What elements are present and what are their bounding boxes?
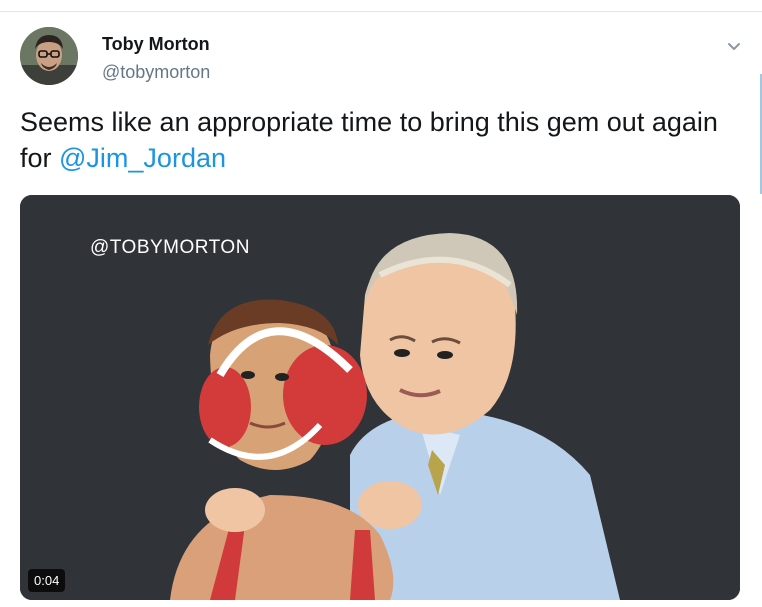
handle[interactable]: @tobymorton bbox=[102, 62, 210, 83]
tweet-text: Seems like an appropriate time to bring … bbox=[20, 104, 740, 176]
display-name[interactable]: Toby Morton bbox=[102, 34, 210, 55]
video-watermark: @TOBYMORTON bbox=[90, 237, 250, 258]
divider bbox=[0, 11, 762, 12]
video-duration-badge: 0:04 bbox=[28, 569, 66, 592]
mention-link[interactable]: @Jim_Jordan bbox=[59, 143, 226, 173]
avatar[interactable] bbox=[20, 27, 78, 85]
chevron-down-icon[interactable] bbox=[726, 40, 742, 52]
video-player[interactable]: @TOBYMORTON 0:04 bbox=[20, 195, 740, 600]
